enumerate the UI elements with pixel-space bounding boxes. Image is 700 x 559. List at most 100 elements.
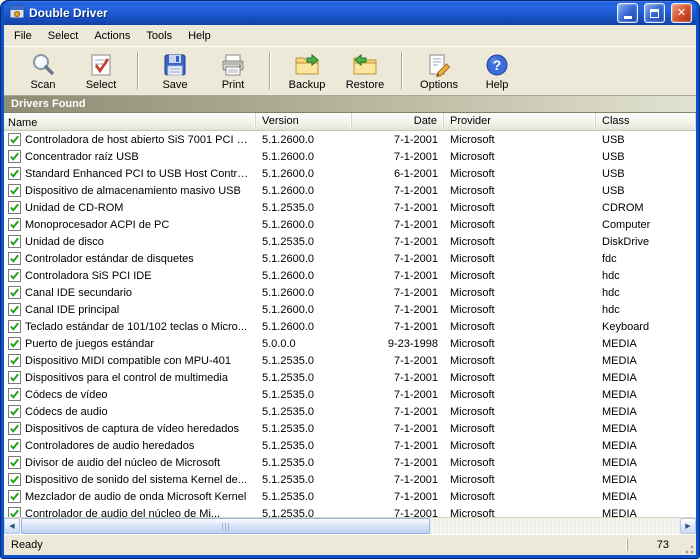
status-text: Ready	[4, 539, 627, 551]
scroll-right-button[interactable]: ▶	[680, 518, 696, 534]
driver-provider: Microsoft	[444, 304, 596, 316]
row-checkbox[interactable]	[8, 439, 21, 452]
row-checkbox[interactable]	[8, 456, 21, 469]
section-title: Drivers Found	[11, 98, 86, 110]
driver-provider: Microsoft	[444, 508, 596, 518]
row-checkbox[interactable]	[8, 320, 21, 333]
row-checkbox[interactable]	[8, 167, 21, 180]
maximize-button[interactable]	[644, 3, 665, 23]
check-icon	[11, 238, 18, 244]
driver-provider: Microsoft	[444, 338, 596, 350]
toolbar-separator	[137, 52, 139, 90]
driver-class: USB	[596, 151, 696, 163]
driver-class: fdc	[596, 253, 696, 265]
row-checkbox[interactable]	[8, 269, 21, 282]
options-button[interactable]: Options	[410, 48, 468, 94]
table-row[interactable]: Controladora SiS PCI IDE 5.1.2600.0 7-1-…	[4, 267, 696, 284]
driver-name: Canal IDE principal	[25, 304, 119, 316]
driver-version: 5.0.0.0	[256, 338, 352, 350]
select-button[interactable]: Select	[72, 48, 130, 94]
table-row[interactable]: Dispositivos para el control de multimed…	[4, 369, 696, 386]
table-row[interactable]: Puerto de juegos estándar 5.0.0.0 9-23-1…	[4, 335, 696, 352]
app-icon[interactable]	[9, 4, 25, 23]
print-button[interactable]: Print	[204, 48, 262, 94]
row-checkbox[interactable]	[8, 235, 21, 248]
driver-name: Mezclador de audio de onda Microsoft Ker…	[25, 491, 246, 503]
column-header-class[interactable]: Class	[596, 113, 696, 130]
column-header-date[interactable]: Date	[352, 113, 444, 130]
column-header-provider[interactable]: Provider	[444, 113, 596, 130]
table-row[interactable]: Dispositivo MIDI compatible con MPU-401 …	[4, 352, 696, 369]
scroll-left-button[interactable]: ◀	[4, 518, 20, 534]
row-checkbox[interactable]	[8, 252, 21, 265]
menu-file[interactable]: File	[6, 27, 40, 45]
table-row[interactable]: Unidad de disco 5.1.2535.0 7-1-2001 Micr…	[4, 233, 696, 250]
table-row[interactable]: Canal IDE secundario 5.1.2600.0 7-1-2001…	[4, 284, 696, 301]
table-row[interactable]: Controlador de audio del núcleo de Mi...…	[4, 505, 696, 517]
table-row[interactable]: Controlador estándar de disquetes 5.1.26…	[4, 250, 696, 267]
menu-actions[interactable]: Actions	[86, 27, 138, 45]
restore-button[interactable]: Restore	[336, 48, 394, 94]
row-checkbox[interactable]	[8, 422, 21, 435]
row-checkbox[interactable]	[8, 184, 21, 197]
table-row[interactable]: Unidad de CD-ROM 5.1.2535.0 7-1-2001 Mic…	[4, 199, 696, 216]
table-row[interactable]: Dispositivo de sonido del sistema Kernel…	[4, 471, 696, 488]
driver-date: 7-1-2001	[352, 270, 444, 282]
save-button[interactable]: Save	[146, 48, 204, 94]
row-checkbox[interactable]	[8, 150, 21, 163]
row-checkbox[interactable]	[8, 201, 21, 214]
table-row[interactable]: Dispositivo de almacenamiento masivo USB…	[4, 182, 696, 199]
close-button[interactable]: ✕	[671, 3, 692, 23]
driver-name: Puerto de juegos estándar	[25, 338, 154, 350]
table-row[interactable]: Controladora de host abierto SiS 7001 PC…	[4, 131, 696, 148]
row-checkbox[interactable]	[8, 337, 21, 350]
resize-grip[interactable]	[681, 541, 695, 555]
help-button[interactable]: ? Help	[468, 48, 526, 94]
row-checkbox[interactable]	[8, 303, 21, 316]
check-icon	[11, 510, 18, 516]
row-checkbox[interactable]	[8, 507, 21, 517]
row-checkbox[interactable]	[8, 218, 21, 231]
table-row[interactable]: Dispositivos de captura de vídeo heredad…	[4, 420, 696, 437]
driver-date: 7-1-2001	[352, 134, 444, 146]
table-row[interactable]: Códecs de audio 5.1.2535.0 7-1-2001 Micr…	[4, 403, 696, 420]
driver-class: hdc	[596, 304, 696, 316]
row-checkbox[interactable]	[8, 133, 21, 146]
column-header-name[interactable]: Name	[4, 113, 256, 130]
driver-date: 9-23-1998	[352, 338, 444, 350]
minimize-button[interactable]	[617, 3, 638, 23]
table-row[interactable]: Canal IDE principal 5.1.2600.0 7-1-2001 …	[4, 301, 696, 318]
driver-version: 5.1.2600.0	[256, 151, 352, 163]
driver-name: Códecs de vídeo	[25, 389, 108, 401]
row-checkbox[interactable]	[8, 388, 21, 401]
table-row[interactable]: Concentrador raíz USB 5.1.2600.0 7-1-200…	[4, 148, 696, 165]
scrollbar-thumb[interactable]	[21, 518, 430, 534]
table-row[interactable]: Standard Enhanced PCI to USB Host Contro…	[4, 165, 696, 182]
check-icon	[11, 374, 18, 380]
scan-button[interactable]: Scan	[14, 48, 72, 94]
row-checkbox[interactable]	[8, 354, 21, 367]
table-row[interactable]: Mezclador de audio de onda Microsoft Ker…	[4, 488, 696, 505]
check-icon	[11, 255, 18, 261]
row-checkbox[interactable]	[8, 371, 21, 384]
menu-help[interactable]: Help	[180, 27, 219, 45]
driver-name: Controlador de audio del núcleo de Mi...	[25, 508, 220, 518]
row-checkbox[interactable]	[8, 286, 21, 299]
table-row[interactable]: Divisor de audio del núcleo de Microsoft…	[4, 454, 696, 471]
table-row[interactable]: Teclado estándar de 101/102 teclas o Mic…	[4, 318, 696, 335]
scrollbar-track[interactable]	[20, 518, 680, 534]
column-header-version[interactable]: Version	[256, 113, 352, 130]
backup-button[interactable]: Backup	[278, 48, 336, 94]
menu-tools[interactable]: Tools	[138, 27, 180, 45]
driver-provider: Microsoft	[444, 355, 596, 367]
menu-select[interactable]: Select	[40, 27, 87, 45]
row-checkbox[interactable]	[8, 405, 21, 418]
table-row[interactable]: Controladores de audio heredados 5.1.253…	[4, 437, 696, 454]
driver-name: Divisor de audio del núcleo de Microsoft	[25, 457, 220, 469]
row-checkbox[interactable]	[8, 473, 21, 486]
table-row[interactable]: Monoprocesador ACPI de PC 5.1.2600.0 7-1…	[4, 216, 696, 233]
row-checkbox[interactable]	[8, 490, 21, 503]
status-bar: Ready 73	[4, 534, 696, 555]
table-row[interactable]: Códecs de vídeo 5.1.2535.0 7-1-2001 Micr…	[4, 386, 696, 403]
driver-version: 5.1.2535.0	[256, 423, 352, 435]
